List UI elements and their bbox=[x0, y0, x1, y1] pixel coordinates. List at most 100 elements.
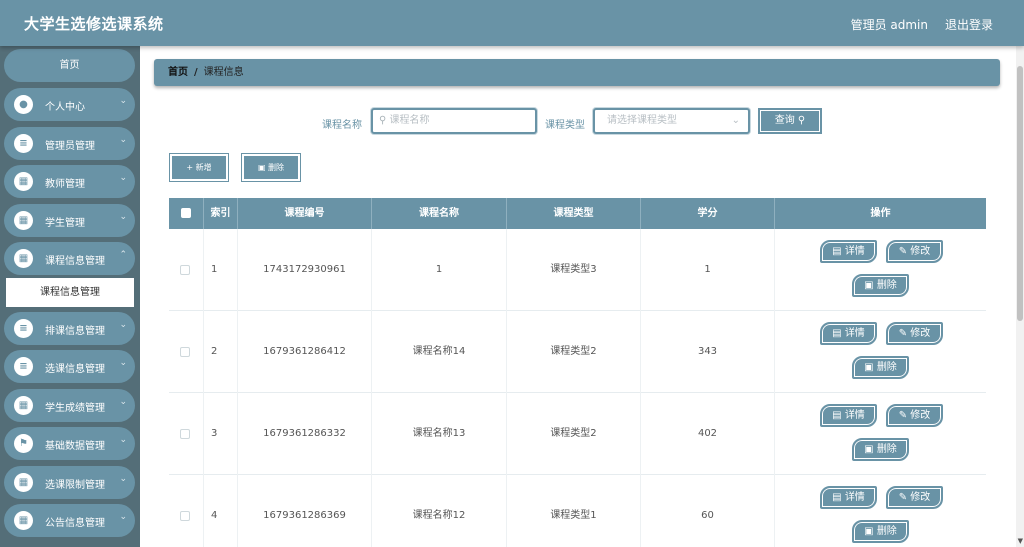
edit-button-label: 修改 bbox=[910, 492, 931, 503]
pencil-icon: ✎ bbox=[898, 410, 908, 421]
code-cell: 1743172930961 bbox=[238, 229, 372, 311]
select-all-checkbox[interactable] bbox=[181, 208, 191, 218]
delete-button[interactable]: ▣ 删除 bbox=[852, 438, 909, 461]
trash-icon: ▣ bbox=[864, 280, 874, 291]
detail-button[interactable]: ▤ 详情 bbox=[820, 486, 877, 509]
grid-icon: ▦ bbox=[14, 249, 33, 268]
detail-button-label: 详情 bbox=[844, 246, 865, 257]
detail-button[interactable]: ▤ 详情 bbox=[820, 322, 877, 345]
sidebar: 首页 ● 个人中心 ⌄ ≡ 管理员管理 ⌄ ▦ 教师管理 ⌄ ▦ 学生管理 ⌄ … bbox=[0, 46, 140, 547]
sidebar-item-label: 管理员管理 bbox=[45, 141, 95, 152]
pencil-icon: ✎ bbox=[898, 328, 908, 339]
document-icon: ▤ bbox=[832, 492, 842, 503]
document-icon: ▤ bbox=[832, 246, 842, 257]
credit-cell: 402 bbox=[641, 393, 775, 475]
sidebar-item-label: 课程信息管理 bbox=[45, 256, 105, 267]
current-user: 管理员 admin bbox=[850, 18, 928, 32]
sidebar-item-grades[interactable]: ▦ 学生成绩管理 ⌄ bbox=[4, 389, 135, 422]
grid-icon: ▦ bbox=[14, 172, 33, 191]
add-button[interactable]: + 新增 bbox=[169, 153, 229, 182]
document-icon: ▤ bbox=[832, 410, 842, 421]
delete-button[interactable]: ▣ 删除 bbox=[852, 274, 909, 297]
breadcrumb-separator: / bbox=[194, 67, 198, 78]
logout-link[interactable]: 退出登录 bbox=[945, 16, 993, 33]
detail-button[interactable]: ▤ 详情 bbox=[820, 404, 877, 427]
course-name-label: 课程名称 bbox=[322, 120, 362, 131]
sidebar-item-announcement[interactable]: ▦ 公告信息管理 ⌄ bbox=[4, 504, 135, 537]
query-button[interactable]: 查询 ⚲ bbox=[758, 108, 822, 134]
detail-button[interactable]: ▤ 详情 bbox=[820, 240, 877, 263]
list-icon: ≡ bbox=[14, 357, 33, 376]
course-type-placeholder: 请选择课程类型 bbox=[607, 115, 677, 126]
sidebar-subitem-course-management[interactable]: 课程信息管理 bbox=[6, 278, 134, 307]
name-cell: 课程名称12 bbox=[372, 475, 507, 547]
trash-icon: ▣ bbox=[864, 444, 874, 455]
chevron-down-icon: ⌄ bbox=[119, 474, 127, 484]
chevron-down-icon: ⌄ bbox=[119, 173, 127, 183]
chevron-down-icon: ⌄ bbox=[119, 320, 127, 330]
row-checkbox[interactable] bbox=[180, 347, 190, 357]
sidebar-item-personal-center[interactable]: ● 个人中心 ⌄ bbox=[4, 88, 135, 121]
index-cell: 3 bbox=[204, 393, 238, 475]
grid-icon: ▦ bbox=[14, 211, 33, 230]
sidebar-item-label: 学生管理 bbox=[45, 218, 85, 229]
sidebar-item-teacher[interactable]: ▦ 教师管理 ⌄ bbox=[4, 165, 135, 198]
sidebar-item-label: 教师管理 bbox=[45, 179, 85, 190]
add-button-label: 新增 bbox=[195, 163, 212, 172]
sidebar-item-admin[interactable]: ≡ 管理员管理 ⌄ bbox=[4, 127, 135, 160]
code-cell: 1679361286332 bbox=[238, 393, 372, 475]
grid-icon: ▦ bbox=[14, 396, 33, 415]
credit-cell: 60 bbox=[641, 475, 775, 547]
column-header: 学分 bbox=[641, 198, 775, 229]
scroll-down-arrow-icon[interactable]: ▼ bbox=[1018, 537, 1023, 545]
batch-delete-button[interactable]: ▣ 删除 bbox=[241, 153, 301, 182]
edit-button[interactable]: ✎ 修改 bbox=[886, 322, 943, 345]
page-scrollbar[interactable]: ▼ bbox=[1016, 46, 1024, 547]
chevron-down-icon: ⌄ bbox=[119, 96, 127, 106]
row-checkbox[interactable] bbox=[180, 511, 190, 521]
sidebar-item-label: 排课信息管理 bbox=[45, 326, 105, 337]
course-name-input[interactable]: ⚲ 课程名称 bbox=[371, 108, 537, 134]
breadcrumb-home[interactable]: 首页 bbox=[168, 67, 188, 78]
row-select-cell bbox=[169, 393, 204, 475]
edit-button[interactable]: ✎ 修改 bbox=[886, 404, 943, 427]
sidebar-item-student[interactable]: ▦ 学生管理 ⌄ bbox=[4, 204, 135, 237]
edit-button-label: 修改 bbox=[910, 246, 931, 257]
delete-button[interactable]: ▣ 删除 bbox=[852, 356, 909, 379]
column-header: 课程类型 bbox=[507, 198, 641, 229]
row-select-cell bbox=[169, 311, 204, 393]
sidebar-item-basic-data[interactable]: ⚑ 基础数据管理 ⌄ bbox=[4, 427, 135, 460]
credit-cell: 1 bbox=[641, 229, 775, 311]
operations-cell: ▤ 详情 ✎ 修改 ▣ 删除 bbox=[775, 475, 986, 547]
name-cell: 1 bbox=[372, 229, 507, 311]
sidebar-item-home[interactable]: 首页 bbox=[4, 49, 135, 82]
trash-icon: ▣ bbox=[257, 163, 266, 172]
name-cell: 课程名称13 bbox=[372, 393, 507, 475]
chevron-up-icon: ⌃ bbox=[119, 250, 127, 260]
operations-cell: ▤ 详情 ✎ 修改 ▣ 删除 bbox=[775, 393, 986, 475]
delete-button-label: 删除 bbox=[876, 362, 897, 373]
app-title: 大学生选修选课系统 bbox=[24, 15, 164, 33]
edit-button[interactable]: ✎ 修改 bbox=[886, 486, 943, 509]
sidebar-item-enroll-limit[interactable]: ▦ 选课限制管理 ⌄ bbox=[4, 466, 135, 499]
index-cell: 2 bbox=[204, 311, 238, 393]
chevron-down-icon: ⌄ bbox=[119, 512, 127, 522]
header-select-all-cell bbox=[169, 198, 204, 229]
row-select-cell bbox=[169, 229, 204, 311]
code-cell: 1679361286369 bbox=[238, 475, 372, 547]
sidebar-item-scheduling[interactable]: ≡ 排课信息管理 ⌄ bbox=[4, 312, 135, 345]
sidebar-item-enrollment[interactable]: ≡ 选课信息管理 ⌄ bbox=[4, 350, 135, 383]
row-checkbox[interactable] bbox=[180, 429, 190, 439]
column-header: 索引 bbox=[204, 198, 238, 229]
row-checkbox[interactable] bbox=[180, 265, 190, 275]
scrollbar-thumb[interactable] bbox=[1017, 66, 1023, 321]
type-cell: 课程类型2 bbox=[507, 393, 641, 475]
name-cell: 课程名称14 bbox=[372, 311, 507, 393]
edit-button-label: 修改 bbox=[910, 328, 931, 339]
course-type-label: 课程类型 bbox=[545, 120, 585, 131]
delete-button[interactable]: ▣ 删除 bbox=[852, 520, 909, 543]
edit-button[interactable]: ✎ 修改 bbox=[886, 240, 943, 263]
sidebar-item-course[interactable]: ▦ 课程信息管理 ⌃ bbox=[4, 242, 135, 275]
batch-delete-label: 删除 bbox=[268, 163, 285, 172]
course-type-select[interactable]: 请选择课程类型 ⌄ bbox=[593, 108, 750, 134]
